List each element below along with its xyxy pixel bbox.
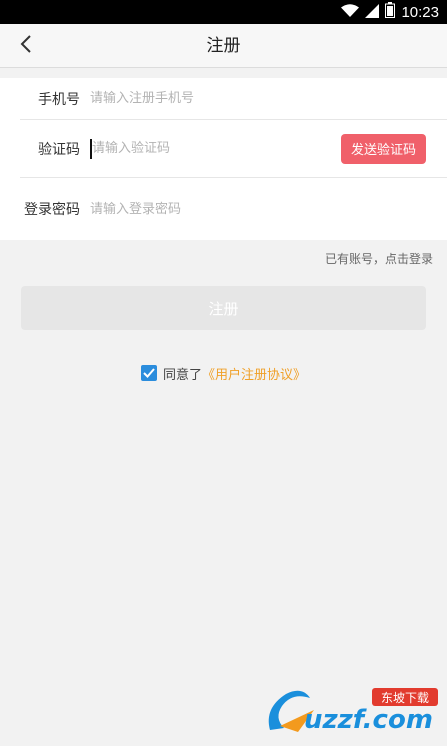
code-row: 验证码 发送验证码 (20, 120, 447, 178)
password-input[interactable] (90, 194, 447, 224)
battery-icon (385, 2, 396, 22)
register-form: 手机号 验证码 发送验证码 登录密码 (0, 78, 447, 240)
phone-input[interactable] (90, 83, 447, 114)
send-code-button[interactable]: 发送验证码 (341, 133, 426, 164)
password-label: 登录密码 (24, 202, 80, 218)
watermark-logo: uzzf.com 东坡下载 (262, 680, 442, 740)
status-time: 10:23 (401, 3, 439, 21)
code-input[interactable] (92, 133, 341, 164)
svg-text:uzzf.com: uzzf.com (304, 705, 433, 735)
signal-icon (365, 3, 380, 22)
agreement-row: 同意了 《用户注册协议》 (0, 363, 447, 383)
chevron-left-icon (20, 35, 32, 57)
svg-text:东坡下载: 东坡下载 (381, 691, 429, 705)
agreement-link[interactable]: 《用户注册协议》 (202, 364, 306, 383)
password-row: 登录密码 (20, 178, 447, 240)
title-bar: 注册 (0, 24, 447, 68)
agreement-prefix: 同意了 (162, 367, 202, 383)
login-link[interactable]: 已有账号，点击登录 (325, 250, 433, 267)
check-icon (143, 368, 155, 378)
phone-row: 手机号 (20, 78, 447, 120)
page-title: 注册 (206, 36, 241, 56)
wifi-icon (341, 3, 360, 22)
back-button[interactable] (10, 30, 42, 62)
agreement-checkbox[interactable] (140, 365, 157, 381)
phone-label: 手机号 (38, 91, 80, 108)
status-bar: 10:23 (0, 0, 447, 24)
register-button[interactable]: 注册 (21, 286, 426, 330)
code-label: 验证码 (38, 141, 80, 158)
